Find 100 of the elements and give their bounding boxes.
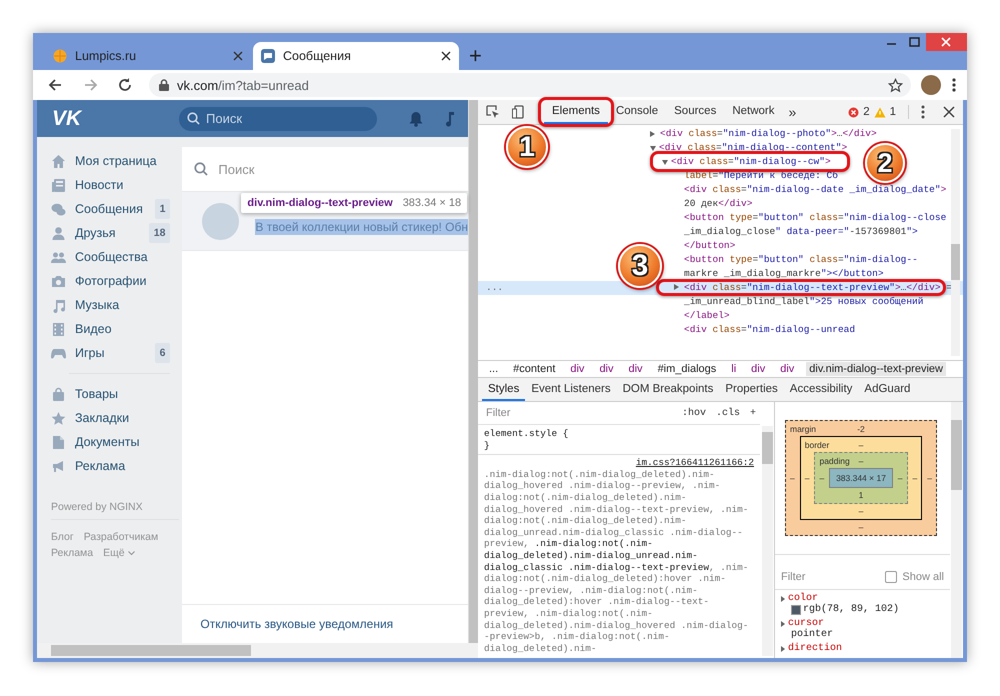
toolbar-button[interactable]: :hov <box>682 408 706 418</box>
code-line[interactable]: <div class="nim-dialog--cw"> <box>671 155 831 169</box>
code-line[interactable]: _im_unread_blind_label">25 новых сообщений <box>684 295 924 309</box>
code-line[interactable]: <button type="button" class="nim-dialog--close <box>684 211 946 225</box>
pane-tab[interactable]: AdGuard <box>858 378 916 401</box>
expand-arrow-icon[interactable] <box>781 646 785 652</box>
sidebar-item[interactable]: Товары <box>37 382 182 406</box>
menu-icon[interactable] <box>951 77 957 93</box>
expand-arrow-icon[interactable] <box>674 284 679 290</box>
devtools-tab[interactable]: Console <box>608 100 666 124</box>
scrollbar[interactable] <box>951 129 960 356</box>
breadcrumb[interactable]: ... <box>486 362 502 376</box>
menu-icon[interactable] <box>921 105 925 119</box>
pane-tab[interactable]: Properties <box>719 378 784 401</box>
search-field[interactable]: Поиск <box>179 106 377 130</box>
sidebar-item[interactable]: Игры 6 <box>37 341 182 365</box>
reload-icon[interactable] <box>117 77 133 93</box>
code-line[interactable]: <div class="nim-dialog--photo">…</div> <box>660 127 877 141</box>
scrollbar[interactable] <box>951 402 962 658</box>
toolbar-button[interactable]: + <box>750 408 756 418</box>
breadcrumb[interactable]: #content <box>510 362 558 376</box>
expand-arrow-icon[interactable] <box>650 146 656 150</box>
breadcrumb[interactable]: div.nim-dialog--text-preview <box>806 362 946 376</box>
inspect-icon[interactable] <box>486 105 500 119</box>
back-icon[interactable] <box>47 77 63 93</box>
code-line[interactable]: </label> <box>684 309 730 323</box>
code-line[interactable]: _im_dialog_close" data-peer="-157369801"> <box>684 225 918 239</box>
pane-tab[interactable]: Styles <box>482 378 526 401</box>
color-swatch[interactable] <box>791 604 801 614</box>
scrollbar[interactable] <box>762 426 773 656</box>
caret-icon <box>128 551 135 556</box>
expand-arrow-icon[interactable] <box>650 131 655 137</box>
tooltip-selector: div.nim-dialog--text-preview <box>247 197 393 209</box>
sidebar-item[interactable]: Видео <box>37 317 182 341</box>
device-icon[interactable] <box>512 105 526 119</box>
chat-bubbles-icon <box>51 202 66 216</box>
sidebar-item[interactable]: Друзья 18 <box>37 221 182 245</box>
sidebar-item[interactable]: Закладки <box>37 406 182 430</box>
code-line[interactable]: 20 дек</div> <box>684 197 752 211</box>
devtools-tab[interactable]: Elements <box>544 100 608 124</box>
dialog-row[interactable]: div.nim-dialog--text-preview 383.34 × 18 В твоей коллекции новый стикер! Обн <box>182 192 468 251</box>
sidebar-item[interactable]: Фотографии <box>37 269 182 293</box>
scrollbar[interactable] <box>468 100 478 643</box>
sidebar-item[interactable]: Новости <box>37 173 182 197</box>
breadcrumb[interactable]: div <box>777 362 798 376</box>
error-count[interactable]: 2 <box>863 106 870 118</box>
toolbar-button[interactable]: .cls <box>716 408 740 418</box>
browser-tab[interactable]: Lumpics.ru <box>45 42 251 70</box>
code-line[interactable]: <button type="button" class="nim-dialog-- <box>684 253 918 267</box>
step-number-badge: 3 <box>618 244 662 288</box>
checkbox-label: Show all <box>902 571 944 583</box>
sidebar-item[interactable]: Моя страница <box>37 149 182 173</box>
code-line[interactable]: <div class="nim-dialog--date _im_dialog_date"> <box>684 183 946 197</box>
more-tabs-button[interactable]: » <box>788 104 796 120</box>
address-bar[interactable]: vk.com/im?tab=unread <box>149 73 911 97</box>
more-dots[interactable]: ... <box>486 281 504 295</box>
source-link[interactable]: im.css?166411261166:2 <box>636 457 754 469</box>
star-icon <box>51 410 66 426</box>
expand-arrow-icon[interactable] <box>781 620 785 626</box>
breadcrumb[interactable]: div <box>567 362 588 376</box>
devtools-tab[interactable]: Network <box>724 100 783 124</box>
checkbox[interactable] <box>885 571 898 583</box>
sidebar-item[interactable]: Музыка <box>37 293 182 317</box>
filter-field[interactable]: Filter <box>781 571 880 583</box>
pane-tab[interactable]: DOM Breakpoints <box>616 378 720 401</box>
warning-count[interactable]: 1 <box>890 106 896 118</box>
property-name[interactable]: cursor <box>788 618 824 629</box>
code-line: element.style { <box>484 428 570 440</box>
code-line[interactable]: <div class="nim-dialog--content"> <box>659 141 848 155</box>
step-number-badge: 1 <box>506 126 548 168</box>
code-line[interactable]: </button> <box>684 239 736 253</box>
mute-sounds-link[interactable]: Отключить звуковые уведомления <box>200 617 394 631</box>
star-icon[interactable] <box>888 78 903 92</box>
breadcrumb[interactable]: div <box>748 362 768 376</box>
scrollbar[interactable] <box>37 643 478 658</box>
pane-tab[interactable]: Accessibility <box>784 378 858 401</box>
property-name[interactable]: color <box>788 593 818 604</box>
property-name[interactable]: direction <box>788 643 842 654</box>
close-icon[interactable] <box>943 106 955 118</box>
pane-tab[interactable]: Event Listeners <box>525 378 617 401</box>
breadcrumb[interactable]: div <box>626 362 646 376</box>
code-line[interactable]: markre _im_dialog_markre"></button> <box>684 267 884 281</box>
breadcrumb[interactable]: #im_dialogs <box>654 362 720 376</box>
sidebar-item[interactable]: Документы <box>37 430 182 454</box>
devtools-tab[interactable]: Sources <box>666 100 724 124</box>
sidebar-item[interactable]: Сообщения 1 <box>37 197 182 221</box>
breadcrumb[interactable]: li <box>728 362 740 376</box>
breadcrumb[interactable]: div <box>596 362 616 376</box>
expand-arrow-icon[interactable] <box>781 596 785 602</box>
site-logo[interactable]: VK <box>37 106 179 130</box>
sidebar-item[interactable]: Реклама <box>37 454 182 478</box>
sidebar-item[interactable]: Сообщества <box>37 245 182 269</box>
box-value: – <box>819 473 824 483</box>
avatar[interactable] <box>921 75 941 95</box>
code-line[interactable]: <div class="nim-dialog--unread <box>684 323 856 337</box>
browser-tab[interactable]: Сообщения <box>253 42 459 70</box>
box-value: – <box>858 505 864 518</box>
close-icon[interactable] <box>441 51 451 61</box>
expand-arrow-icon[interactable] <box>662 160 668 164</box>
new-tab-button[interactable]: + <box>469 46 482 66</box>
